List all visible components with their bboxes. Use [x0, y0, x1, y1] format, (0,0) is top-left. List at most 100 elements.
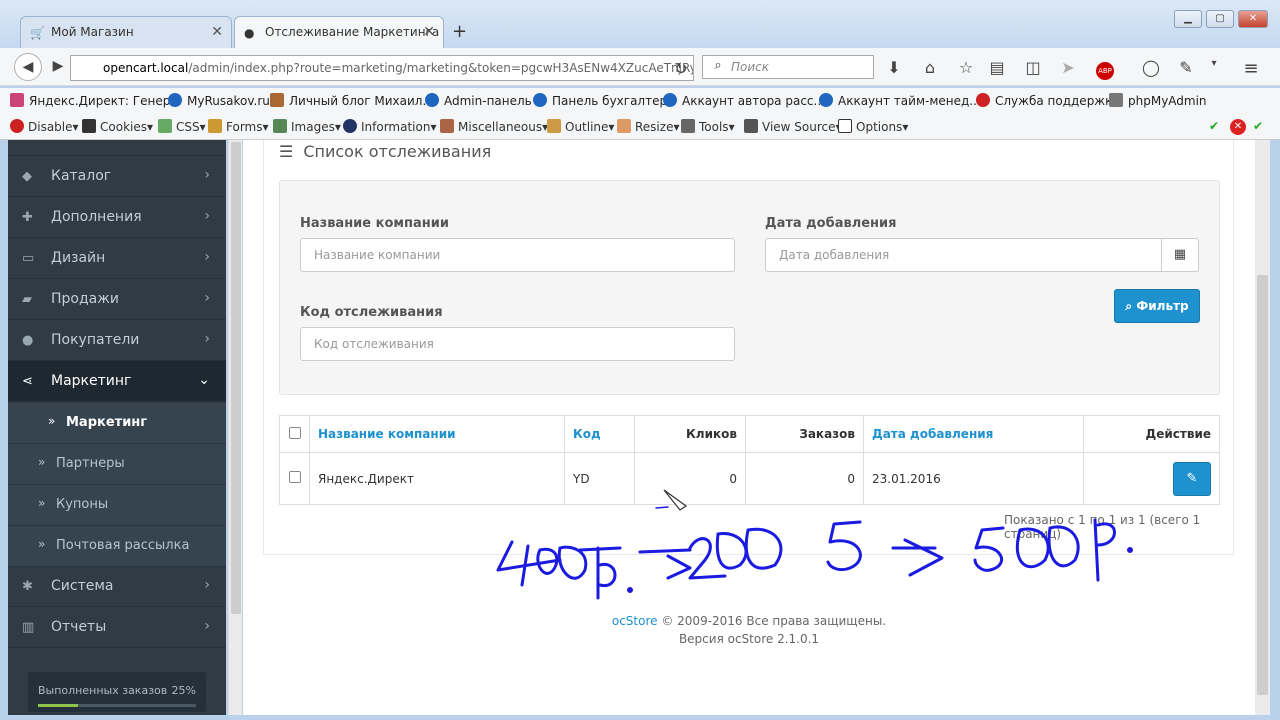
chevron-down-icon[interactable]: ▾ — [1204, 58, 1224, 69]
sidebar-item-dashboard[interactable] — [8, 140, 226, 156]
header-company[interactable]: Название компании — [309, 415, 565, 453]
progress-label: Выполненных заказов — [38, 684, 168, 697]
minimize-button[interactable]: ▁ — [1174, 10, 1202, 28]
scroll-thumb[interactable] — [231, 142, 241, 614]
date-input[interactable]: Дата добавления — [765, 238, 1162, 272]
sidebar-item-design[interactable]: ▭ Дизайн › — [8, 238, 226, 279]
check-icon[interactable]: ✔ — [1253, 119, 1263, 133]
header-date[interactable]: Дата добавления — [863, 415, 1084, 453]
panel-heading: ☰ Список отслеживания — [279, 142, 491, 161]
scroll-thumb[interactable] — [1257, 275, 1268, 695]
close-tab-icon[interactable]: ✕ — [211, 24, 223, 40]
page-scrollbar[interactable] — [1255, 140, 1270, 715]
bookmark-item[interactable]: Яндекс.Директ: Генер... — [10, 93, 182, 108]
tab-label: Отслеживание Маркетинга — [265, 25, 440, 39]
wd-outline[interactable]: Outline▾ — [547, 119, 614, 134]
double-chevron-icon: » — [38, 496, 46, 510]
bookmark-item[interactable]: Панель бухгалтера — [533, 93, 674, 108]
misc-icon — [440, 119, 454, 133]
wd-view-source[interactable]: View Source▾ — [744, 119, 842, 134]
chat-icon[interactable]: ◯ — [1141, 58, 1161, 77]
download-icon[interactable]: ⬇ — [884, 58, 904, 77]
tab-bar: 🛒 Мой Магазин ✕ ● Отслеживание Маркетинг… — [0, 0, 1280, 48]
wd-forms[interactable]: Forms▾ — [208, 119, 269, 134]
filter-button[interactable]: ⌕ Фильтр — [1114, 289, 1200, 323]
header-orders: Заказов — [745, 415, 864, 453]
double-chevron-icon: » — [38, 455, 46, 469]
sidebar-item-label: Система — [51, 578, 114, 594]
bookmark-label: Служба поддержки — [995, 94, 1121, 108]
reload-icon[interactable]: ↻ — [671, 59, 691, 78]
header-code[interactable]: Код — [564, 415, 635, 453]
sidebar-item-extensions[interactable]: ✚ Дополнения › — [8, 197, 226, 238]
bookmark-star-icon[interactable]: ☆ — [956, 58, 976, 77]
tools-icon[interactable]: ✎ — [1176, 58, 1196, 77]
sidebar-item-reports[interactable]: ▥ Отчеты › — [8, 607, 226, 648]
search-icon: ⌕ — [1125, 299, 1133, 313]
wd-tools[interactable]: Tools▾ — [681, 119, 735, 134]
sidebar-item-catalog[interactable]: ◆ Каталог › — [8, 156, 226, 197]
sidebar-subitem-coupons[interactable]: » Купоны — [8, 485, 226, 526]
close-tab-icon[interactable]: ✕ — [423, 24, 435, 40]
tab-marketing-tracking[interactable]: ● Отслеживание Маркетинга ✕ — [234, 16, 444, 48]
wd-images[interactable]: Images▾ — [273, 119, 341, 134]
date-label: Дата добавления — [765, 216, 897, 231]
wd-information[interactable]: Information▾ — [343, 119, 437, 134]
bookmark-item[interactable]: Аккаунт тайм-менед... — [819, 93, 981, 108]
back-button[interactable]: ◀ — [14, 53, 42, 81]
code-input[interactable]: Код отслеживания — [300, 327, 735, 361]
wd-misc[interactable]: Miscellaneous▾ — [440, 119, 548, 134]
double-chevron-icon: » — [38, 537, 46, 551]
bookmark-item[interactable]: Admin-панель — [425, 93, 532, 108]
date-placeholder: Дата добавления — [779, 248, 890, 262]
home-icon[interactable]: ⌂ — [920, 58, 940, 77]
bookmark-item[interactable]: Служба поддержки — [976, 93, 1120, 108]
sidebar-item-customers[interactable]: ● Покупатели › — [8, 320, 226, 361]
url-bar[interactable]: opencart.local/admin/index.php?route=mar… — [70, 55, 694, 81]
wd-css[interactable]: CSS▾ — [158, 119, 206, 134]
sidebar-item-sales[interactable]: ▰ Продажи › — [8, 279, 226, 320]
bookmarks-list-icon[interactable]: ▤ — [987, 58, 1007, 77]
globe-icon — [533, 93, 547, 107]
footer-brand-link[interactable]: ocStore — [612, 614, 658, 628]
sidebar-subitem-mail[interactable]: » Почтовая рассылка — [8, 526, 226, 567]
sidebar-item-system[interactable]: ✱ Система › — [8, 566, 226, 607]
wd-disable[interactable]: Disable▾ — [10, 119, 79, 134]
browser-window: 🛒 Мой Магазин ✕ ● Отслеживание Маркетинг… — [0, 0, 1280, 720]
company-input[interactable]: Название компании — [300, 238, 735, 272]
sidebar-item-marketing[interactable]: ⋖ Маркетинг ⌄ — [8, 361, 226, 402]
select-all-checkbox[interactable] — [288, 426, 301, 439]
send-icon[interactable]: ➤ — [1058, 58, 1078, 77]
tab-my-shop[interactable]: 🛒 Мой Магазин ✕ — [20, 16, 232, 48]
new-tab-button[interactable]: + — [452, 21, 467, 42]
edit-button[interactable]: ✎ — [1173, 461, 1211, 496]
bookmark-item[interactable]: Личный блог Михаил... — [270, 93, 434, 108]
tab-label: Мой Магазин — [51, 25, 134, 39]
calendar-button[interactable]: ▦ — [1161, 238, 1199, 272]
check-icon[interactable]: ✔ — [1209, 119, 1219, 133]
bookmark-label: MyRusakov.ru — [187, 94, 270, 108]
sidebar-subitem-partners[interactable]: » Партнеры — [8, 444, 226, 485]
pocket-icon[interactable]: ◫ — [1023, 58, 1043, 77]
adblock-icon[interactable]: ABP — [1095, 58, 1115, 80]
wd-label: Tools — [699, 120, 729, 134]
menu-icon[interactable]: ≡ — [1241, 58, 1261, 79]
bookmark-item[interactable]: phpMyAdmin — [1109, 93, 1207, 108]
bookmark-item[interactable]: MyRusakov.ru — [168, 93, 270, 108]
bookmark-item[interactable]: Аккаунт автора расс... — [663, 93, 825, 108]
sidebar-subitem-marketing[interactable]: » Маркетинг — [8, 403, 226, 444]
maximize-button[interactable]: ▢ — [1206, 10, 1234, 28]
wd-label: Disable — [28, 120, 73, 134]
wd-options[interactable]: Options▾ — [838, 119, 908, 134]
web-developer-toolbar: Disable▾ Cookies▾ CSS▾ Forms▾ Images▾ In… — [0, 114, 1280, 140]
error-icon[interactable]: ✕ — [1230, 118, 1246, 135]
wd-cookies[interactable]: Cookies▾ — [82, 119, 153, 134]
forward-button[interactable]: ▶ — [44, 53, 72, 81]
close-window-button[interactable]: ✕ — [1238, 10, 1268, 28]
code-placeholder: Код отслеживания — [314, 337, 434, 351]
wd-resize[interactable]: Resize▾ — [617, 119, 679, 134]
sidebar-scrollbar[interactable] — [228, 140, 242, 715]
outline-icon — [547, 119, 561, 133]
sidebar-item-label: Маркетинг — [51, 373, 132, 389]
row-checkbox[interactable] — [288, 471, 301, 483]
